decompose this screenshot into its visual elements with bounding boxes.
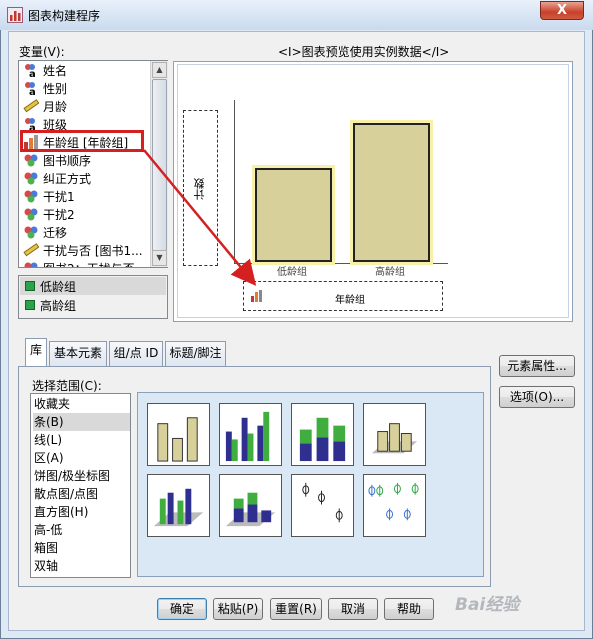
- nominal-string-icon: a: [23, 117, 39, 133]
- variable-label: 性别: [43, 82, 68, 96]
- variable-item[interactable]: 迁移: [21, 223, 153, 241]
- gallery-type-item[interactable]: 条(B): [33, 413, 130, 431]
- ordinal-bar-icon: [251, 290, 262, 302]
- gallery-type-item[interactable]: 饼图/极坐标图: [33, 467, 130, 485]
- clustered-bar-icon[interactable]: [219, 403, 282, 466]
- gallery-type-item[interactable]: 收藏夹: [33, 395, 130, 413]
- category-list: 低龄组 高龄组: [18, 275, 168, 319]
- category-label: 低龄组: [40, 280, 77, 294]
- reset-button[interactable]: 重置(R): [270, 598, 322, 620]
- nominal-string-icon: a: [23, 81, 39, 97]
- simple-error-bar-icon[interactable]: [291, 474, 354, 537]
- category-item[interactable]: 低龄组: [20, 277, 166, 295]
- gallery-type-list[interactable]: 收藏夹 条(B) 线(L) 区(A) 饼图/极坐标图 散点图/点图 直方图(H) 高-低 箱图双…: [30, 393, 131, 578]
- variable-label: 干扰2: [43, 208, 75, 222]
- variable-list-scrollbar[interactable]: ▲ ▼: [150, 61, 168, 267]
- variable-label: 图书2：干扰与否: [43, 260, 135, 267]
- close-button[interactable]: X: [540, 1, 584, 20]
- app-icon: [7, 7, 23, 23]
- tab-gallery[interactable]: 库: [25, 338, 47, 367]
- preview-bar: [350, 120, 433, 265]
- tab-titles-footnotes[interactable]: 标题/脚注: [165, 341, 226, 366]
- category-label: 高龄组: [40, 299, 77, 313]
- tab-basic-elements[interactable]: 基本元素: [49, 341, 107, 366]
- variable-item[interactable]: 干扰2: [21, 205, 153, 223]
- variable-item[interactable]: 纠正方式: [21, 169, 153, 187]
- title-bar: 图表构建程序: [0, 0, 593, 30]
- clustered-error-bar-icon[interactable]: [363, 474, 426, 537]
- 3d-stacked-bar-icon[interactable]: [219, 474, 282, 537]
- nominal-balls-icon: [23, 261, 39, 267]
- variable-label: 纠正方式: [43, 172, 92, 186]
- preview-bar-label: 高龄组: [375, 267, 405, 278]
- gallery-type-item[interactable]: 高-低: [33, 521, 130, 539]
- scale-ruler-icon: [23, 99, 40, 113]
- watermark: Bai经验: [455, 595, 520, 615]
- nominal-balls-icon: [23, 171, 39, 185]
- category-swatch-icon: [25, 281, 35, 291]
- variable-label: 月龄: [43, 100, 68, 114]
- gallery-type-item[interactable]: 散点图/点图: [33, 485, 130, 503]
- 3d-bar-icon[interactable]: [363, 403, 426, 466]
- svg-text:a: a: [29, 69, 36, 77]
- scroll-thumb[interactable]: [152, 79, 167, 251]
- variable-label: 姓名: [43, 64, 68, 78]
- gallery-type-item[interactable]: 直方图(H): [33, 503, 130, 521]
- variables-label: 变量(V):: [19, 45, 65, 59]
- ok-button[interactable]: 确定: [157, 598, 207, 620]
- nominal-balls-icon: [23, 225, 39, 239]
- x-axis-label: 年龄组: [335, 295, 365, 306]
- preview-bar-label: 低龄组: [277, 267, 307, 278]
- cancel-button[interactable]: 取消: [328, 598, 378, 620]
- variable-item[interactable]: a 姓名: [21, 61, 153, 79]
- category-item[interactable]: 高龄组: [20, 296, 166, 314]
- variable-item[interactable]: 月龄: [21, 97, 153, 115]
- category-swatch-icon: [25, 300, 35, 310]
- variable-item[interactable]: 图书2：干扰与否: [21, 259, 153, 267]
- variable-label: 迁移: [43, 226, 68, 240]
- scroll-down-icon[interactable]: ▼: [152, 250, 167, 266]
- preview-bar: [252, 165, 335, 265]
- nominal-balls-icon: [23, 189, 39, 203]
- gallery-thumbnails: [137, 392, 484, 577]
- 3d-clustered-bar-icon[interactable]: [147, 474, 210, 537]
- variable-item[interactable]: 图书顺序: [21, 151, 153, 169]
- variable-label: 图书顺序: [43, 154, 92, 168]
- gallery-type-item[interactable]: 线(L): [33, 431, 130, 449]
- x-axis-line: [234, 263, 448, 264]
- help-button[interactable]: 帮助: [384, 598, 434, 620]
- nominal-balls-icon: [23, 153, 39, 167]
- variable-list[interactable]: a 姓名 a 性别 月龄 a 班级 年龄组 [年龄组] 图书顺序 纠正方式 干扰1 干扰2 迁移 干扰与否…: [18, 60, 168, 268]
- nominal-string-icon: a: [23, 63, 39, 79]
- gallery-type-item[interactable]: 箱图: [33, 539, 130, 557]
- element-properties-button[interactable]: 元素属性...: [499, 355, 575, 377]
- preview-header: <I>图表预览使用实例数据</I>: [278, 45, 450, 59]
- gallery-type-item[interactable]: 双轴: [33, 557, 130, 575]
- gallery-type-item[interactable]: 区(A): [33, 449, 130, 467]
- y-axis-label: 计数: [193, 178, 206, 200]
- window-title: 图表构建程序: [28, 9, 101, 23]
- variable-item[interactable]: a 性别: [21, 79, 153, 97]
- paste-button[interactable]: 粘贴(P): [213, 598, 263, 620]
- tab-group-point-id[interactable]: 组/点 ID: [109, 341, 163, 366]
- stacked-bar-icon[interactable]: [291, 403, 354, 466]
- scroll-up-icon[interactable]: ▲: [152, 62, 167, 78]
- svg-text:a: a: [29, 87, 36, 95]
- variable-item[interactable]: 干扰与否 [图书1...: [21, 241, 153, 259]
- gallery-range-label: 选择范围(C):: [32, 379, 102, 393]
- selected-variable-highlight: [20, 130, 144, 152]
- variable-label: 干扰1: [43, 190, 75, 204]
- simple-bar-icon[interactable]: [147, 403, 210, 466]
- variable-label: 干扰与否 [图书1...: [43, 244, 143, 258]
- scale-ruler-icon: [23, 243, 40, 257]
- nominal-balls-icon: [23, 207, 39, 221]
- y-axis-line: [234, 100, 235, 264]
- variable-item[interactable]: 干扰1: [21, 187, 153, 205]
- options-button[interactable]: 选项(O)...: [499, 386, 575, 408]
